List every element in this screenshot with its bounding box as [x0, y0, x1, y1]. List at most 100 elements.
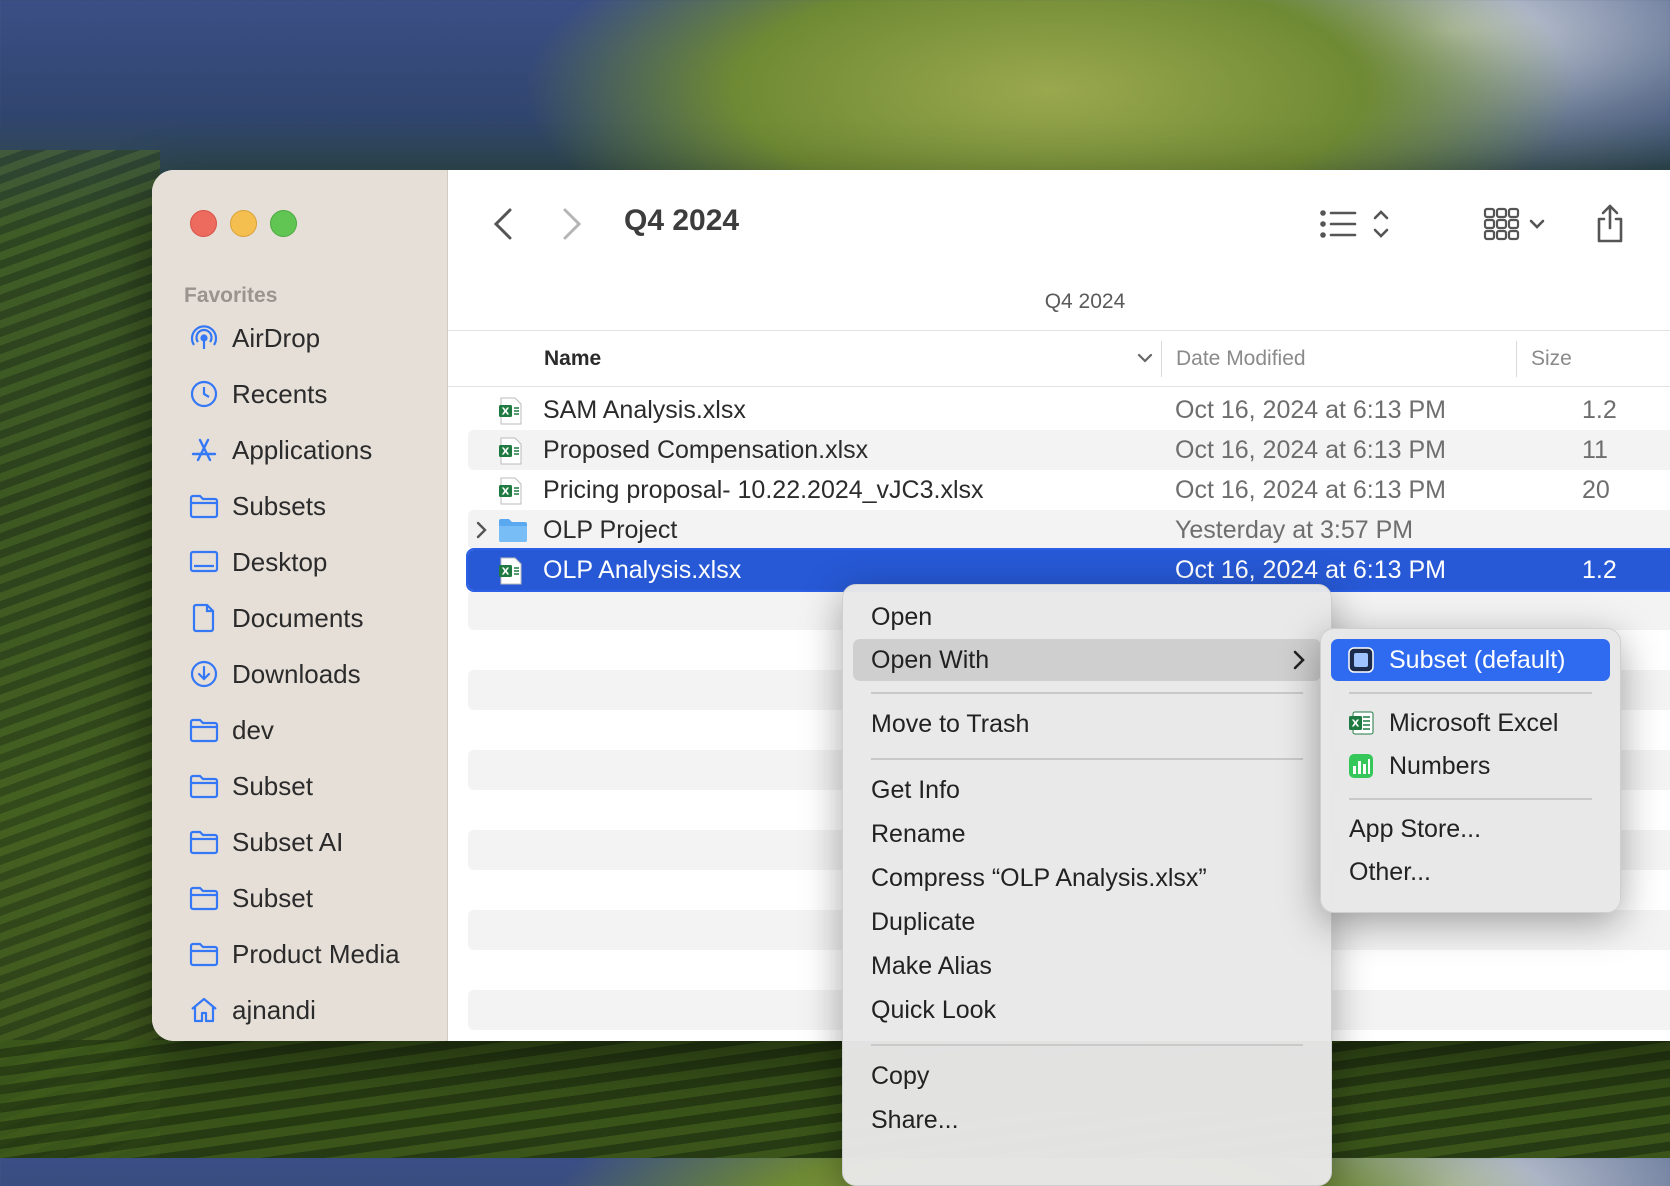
submenu-item-microsoft-excel[interactable]: X Microsoft Excel — [1331, 702, 1610, 744]
submenu-item-label: Numbers — [1389, 751, 1491, 780]
menu-item-get-info[interactable]: Get Info — [853, 769, 1321, 811]
open-with-submenu: Subset (default) X Microsoft Excel Numbe… — [1320, 628, 1621, 913]
sidebar-item-label: dev — [232, 714, 274, 745]
home-icon — [188, 994, 220, 1026]
excel-app-icon: X — [1347, 709, 1375, 737]
submenu-item-other[interactable]: Other... — [1331, 851, 1610, 893]
column-size[interactable]: Size — [1531, 331, 1572, 386]
share-button[interactable] — [1593, 202, 1627, 246]
file-row[interactable]: X SAM Analysis.xlsx Oct 16, 2024 at 6:13… — [468, 390, 1670, 430]
file-row[interactable]: X Pricing proposal- 10.22.2024_vJC3.xlsx… — [468, 470, 1670, 510]
folder-icon — [188, 826, 220, 858]
sidebar: Favorites AirDrop Recents Applications S… — [152, 170, 448, 1041]
share-icon — [1597, 204, 1623, 243]
submenu-item-subset-default[interactable]: Subset (default) — [1331, 639, 1610, 681]
file-size: 20 — [1582, 475, 1610, 504]
menu-separator — [1349, 798, 1592, 800]
menu-item-open[interactable]: Open — [853, 596, 1321, 638]
file-name: SAM Analysis.xlsx — [543, 395, 746, 424]
excel-file-icon: X — [498, 437, 524, 472]
sidebar-item-label: Recents — [232, 378, 328, 409]
menu-separator — [871, 758, 1303, 760]
sidebar-list: AirDrop Recents Applications Subsets Des… — [152, 310, 447, 1038]
menu-item-share[interactable]: Share... — [853, 1099, 1321, 1141]
zoom-window-button[interactable] — [270, 210, 297, 237]
column-divider[interactable] — [1161, 341, 1162, 377]
column-divider[interactable] — [1516, 341, 1517, 377]
document-icon — [188, 602, 220, 634]
applications-icon — [188, 434, 220, 466]
file-name: OLP Analysis.xlsx — [543, 555, 742, 584]
folder-row[interactable]: OLP Project Yesterday at 3:57 PM — [468, 510, 1670, 550]
subset-app-icon — [1347, 646, 1375, 674]
close-window-button[interactable] — [190, 210, 217, 237]
submenu-item-label: Other... — [1349, 857, 1431, 886]
file-name: OLP Project — [543, 515, 678, 544]
submenu-item-numbers[interactable]: Numbers — [1331, 745, 1610, 787]
disclosure-triangle[interactable] — [474, 519, 490, 548]
menu-item-duplicate[interactable]: Duplicate — [853, 901, 1321, 943]
sidebar-item-label: Documents — [232, 602, 364, 633]
list-view-icon — [1320, 210, 1389, 238]
menu-separator — [1349, 692, 1592, 694]
sidebar-item-applications[interactable]: Applications — [152, 422, 447, 478]
sidebar-item-home[interactable]: ajnandi — [152, 982, 447, 1038]
menu-item-copy[interactable]: Copy — [853, 1055, 1321, 1097]
sidebar-item-subsets[interactable]: Subsets — [152, 478, 447, 534]
sidebar-item-product-media[interactable]: Product Media — [152, 926, 447, 982]
sidebar-item-dev[interactable]: dev — [152, 702, 447, 758]
menu-item-quick-look[interactable]: Quick Look — [853, 989, 1321, 1031]
group-button[interactable] — [1483, 202, 1563, 246]
minimize-window-button[interactable] — [230, 210, 257, 237]
folder-icon — [188, 770, 220, 802]
download-icon — [188, 658, 220, 690]
menu-item-rename[interactable]: Rename — [853, 813, 1321, 855]
menu-item-make-alias[interactable]: Make Alias — [853, 945, 1321, 987]
sidebar-item-desktop[interactable]: Desktop — [152, 534, 447, 590]
svg-text:X: X — [502, 407, 510, 418]
folder-icon — [188, 714, 220, 746]
sidebar-item-documents[interactable]: Documents — [152, 590, 447, 646]
sidebar-item-recents[interactable]: Recents — [152, 366, 447, 422]
svg-text:X: X — [502, 567, 510, 578]
column-date-modified[interactable]: Date Modified — [1176, 331, 1306, 386]
folder-icon — [188, 490, 220, 522]
sidebar-item-label: Downloads — [232, 658, 361, 689]
file-size: 11 — [1582, 435, 1608, 464]
chevron-left-icon — [493, 208, 512, 240]
menu-item-open-with[interactable]: Open With — [853, 639, 1321, 681]
forward-button[interactable] — [552, 204, 592, 244]
sidebar-item-label: Applications — [232, 434, 373, 465]
sidebar-item-label: Desktop — [232, 546, 328, 577]
sidebar-item-subset[interactable]: Subset — [152, 758, 447, 814]
menu-item-compress[interactable]: Compress “OLP Analysis.xlsx” — [853, 857, 1321, 899]
file-date: Oct 16, 2024 at 6:13 PM — [1175, 555, 1446, 584]
file-date: Oct 16, 2024 at 6:13 PM — [1175, 475, 1446, 504]
sidebar-item-label: Subset AI — [232, 826, 344, 857]
sidebar-item-subset-2[interactable]: Subset — [152, 870, 447, 926]
excel-file-icon: X — [498, 477, 524, 512]
folder-icon — [498, 517, 528, 550]
menu-separator — [871, 1044, 1303, 1046]
file-name: Pricing proposal- 10.22.2024_vJC3.xlsx — [543, 475, 984, 504]
sidebar-item-label: ajnandi — [232, 994, 316, 1025]
view-options-button[interactable] — [1318, 202, 1398, 246]
file-row[interactable]: X Proposed Compensation.xlsx Oct 16, 202… — [468, 430, 1670, 470]
excel-file-icon: X — [498, 397, 524, 432]
sidebar-item-label: Subset — [232, 882, 313, 913]
submenu-item-app-store[interactable]: App Store... — [1331, 808, 1610, 850]
path-title-text: Q4 2024 — [1044, 290, 1126, 313]
path-title: Q4 2024 — [448, 290, 1670, 314]
excel-file-icon: X — [498, 557, 524, 592]
sidebar-item-downloads[interactable]: Downloads — [152, 646, 447, 702]
sidebar-item-airdrop[interactable]: AirDrop — [152, 310, 447, 366]
back-button[interactable] — [483, 204, 523, 244]
column-name[interactable]: Name — [544, 331, 601, 386]
sidebar-item-label: Product Media — [232, 938, 400, 969]
file-size: 1.2 — [1582, 395, 1617, 424]
sidebar-item-subset-ai[interactable]: Subset AI — [152, 814, 447, 870]
file-size: 1.2 — [1582, 555, 1617, 584]
menu-item-label: Open With — [871, 645, 990, 674]
menu-item-move-to-trash[interactable]: Move to Trash — [853, 703, 1321, 745]
column-header: Name Date Modified Size — [448, 330, 1670, 387]
